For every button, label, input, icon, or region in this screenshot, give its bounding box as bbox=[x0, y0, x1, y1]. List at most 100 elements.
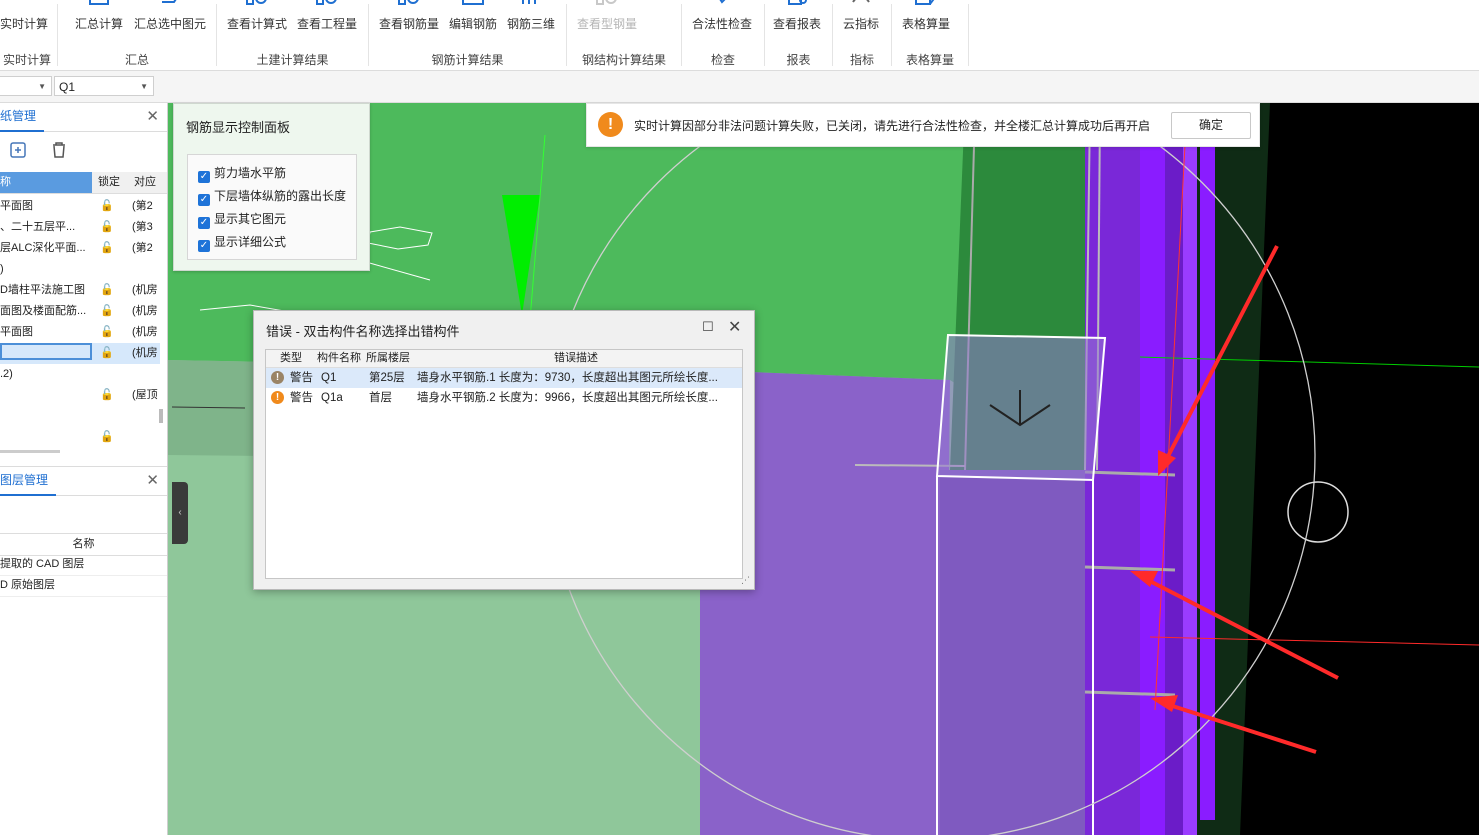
drawing-row-name[interactable] bbox=[0, 343, 92, 360]
drawing-row[interactable]: .2) bbox=[0, 364, 160, 385]
scrollbar-thumb[interactable] bbox=[159, 409, 163, 423]
layer-panel-tab[interactable]: 图层管理 bbox=[0, 467, 57, 496]
view-steel-qty-label: 查看型钢量 bbox=[576, 17, 637, 31]
drawing-row[interactable]: D墙柱平法施工图 🔓 (机房 bbox=[0, 280, 160, 301]
drawing-table-header: 称 锁定 对应 bbox=[0, 172, 167, 194]
drawing-row-floor: (机房 bbox=[132, 305, 158, 317]
drawing-row[interactable]: 层ALC深化平面... 🔓 (第2 bbox=[0, 238, 160, 259]
drawing-row[interactable]: 🔓 bbox=[0, 427, 160, 448]
view-rebar-qty-button[interactable]: 查看钢筋量 bbox=[376, 0, 442, 40]
lock-icon[interactable]: 🔓 bbox=[100, 343, 120, 364]
validity-check-button[interactable]: 合法性检查 bbox=[688, 0, 756, 40]
lock-icon[interactable]: 🔓 bbox=[100, 301, 120, 322]
delete-icon[interactable] bbox=[48, 140, 70, 160]
checkbox-checked-icon[interactable]: ✓ bbox=[198, 240, 210, 252]
view-quantity-button[interactable]: 查看工程量 bbox=[294, 0, 360, 40]
lock-icon[interactable]: 🔓 bbox=[100, 322, 120, 343]
rebar-panel-title: 钢筋显示控制面板 bbox=[186, 120, 291, 135]
summary-selected-icon bbox=[162, 0, 177, 3]
summary-selected-button[interactable]: 汇总选中图元 bbox=[130, 0, 210, 40]
confirm-button[interactable]: 确定 bbox=[1171, 112, 1251, 139]
drawing-row[interactable]: 🔓 (屋顶 bbox=[0, 385, 160, 406]
lock-icon[interactable]: 🔓 bbox=[100, 280, 120, 301]
drawing-row-floor: (机房 bbox=[132, 347, 158, 359]
collapse-panel-handle[interactable]: ‹ bbox=[172, 482, 188, 544]
view-rebar-qty-label: 查看钢筋量 bbox=[378, 17, 439, 31]
rebar-display-panel: 钢筋显示控制面板 ✓ 剪力墙水平筋 ✓ 下层墙体纵筋的露出长度 ✓ 显示其它图元 ✓ 显… bbox=[173, 103, 370, 271]
drawing-panel-tab[interactable]: 纸管理 bbox=[0, 103, 45, 132]
checkbox-checked-icon[interactable]: ✓ bbox=[198, 217, 210, 229]
error-component[interactable]: Q1 bbox=[321, 368, 361, 388]
option-show-formula[interactable]: ✓ 显示详细公式 bbox=[198, 232, 286, 252]
error-list: 类型 构件名称 所属楼层 错误描述 ! 警告 Q1 第25层 墙身水平钢筋.1 … bbox=[265, 349, 743, 579]
maximize-icon[interactable]: ☐ bbox=[702, 319, 714, 335]
cloud-index-icon bbox=[852, 0, 870, 3]
group-table: 表格算量 bbox=[905, 53, 954, 67]
view-report-label: 查看报表 bbox=[772, 17, 821, 31]
option-lower-wall-exposed[interactable]: ✓ 下层墙体纵筋的露出长度 bbox=[198, 186, 346, 206]
col-name-header: 称 bbox=[0, 176, 11, 188]
drawing-row[interactable]: 平面图 🔓 (机房 bbox=[0, 322, 160, 343]
chevron-down-icon: ▼ bbox=[38, 82, 46, 91]
drawing-row[interactable] bbox=[0, 406, 160, 427]
summary-calc-button[interactable]: 汇总计算 bbox=[72, 0, 126, 40]
lock-icon[interactable]: 🔓 bbox=[100, 385, 120, 406]
view-formula-button[interactable]: 查看计算式 bbox=[224, 0, 290, 40]
drawing-row[interactable]: 平面图 🔓 (第2 bbox=[0, 196, 160, 217]
lock-icon[interactable]: 🔓 bbox=[100, 427, 120, 448]
table-quantity-button[interactable]: 表格算量 bbox=[898, 0, 954, 40]
ribbon-toolbar: 实时计算 汇总计算 汇总选中图元 查看计算式 查看工程量 查看钢筋量 编辑钢筋 … bbox=[0, 0, 1479, 71]
drawing-row-selected[interactable]: 🔓 (机房 bbox=[0, 343, 160, 364]
error-desc: 墙身水平钢筋.1 长度为：9730，长度超出其图元所绘长度... bbox=[417, 372, 718, 384]
view-report-button[interactable]: 查看报表 bbox=[770, 0, 824, 40]
notice-banner: ! 实时计算因部分非法问题计算失败，已关闭，请先进行合法性检查，并全楼汇总计算成… bbox=[586, 103, 1260, 147]
horizontal-scrollbar[interactable] bbox=[0, 450, 60, 453]
option-show-other[interactable]: ✓ 显示其它图元 bbox=[198, 209, 286, 229]
table-quantity-label: 表格算量 bbox=[901, 17, 950, 31]
edit-rebar-button[interactable]: 编辑钢筋 bbox=[446, 0, 500, 40]
realtime-calc-button[interactable]: 实时计算 bbox=[0, 0, 48, 40]
lock-icon[interactable]: 🔓 bbox=[100, 217, 120, 238]
option-shear-wall-horizontal[interactable]: ✓ 剪力墙水平筋 bbox=[198, 163, 286, 183]
col-type-header: 类型 bbox=[280, 352, 302, 364]
close-icon[interactable]: ✕ bbox=[146, 107, 159, 125]
group-civil-results: 土建计算结果 bbox=[256, 53, 329, 67]
drawing-row[interactable]: 面图及楼面配筋... 🔓 (机房 bbox=[0, 301, 160, 322]
layer-row[interactable]: 提取的 CAD 图层 bbox=[0, 554, 167, 576]
floor-combo[interactable]: ▼ bbox=[0, 76, 52, 96]
lock-icon[interactable]: 🔓 bbox=[100, 196, 120, 217]
drawing-row-name: 层ALC深化平面... bbox=[0, 242, 86, 254]
layer-row-name: D 原始图层 bbox=[0, 579, 55, 591]
error-row[interactable]: ! 警告 Q1 第25层 墙身水平钢筋.1 长度为：9730，长度超出其图元所绘… bbox=[266, 368, 742, 388]
close-icon[interactable]: ✕ bbox=[728, 317, 741, 337]
validity-check-label: 合法性检查 bbox=[691, 17, 752, 31]
warning-icon: ! bbox=[598, 112, 623, 137]
view-steel-qty-button[interactable]: 查看型钢量 bbox=[572, 0, 642, 40]
group-report: 报表 bbox=[786, 53, 811, 67]
drawing-row-name: D墙柱平法施工图 bbox=[0, 284, 85, 296]
lock-icon[interactable]: 🔓 bbox=[100, 238, 120, 259]
error-component[interactable]: Q1a bbox=[321, 388, 361, 408]
cloud-index-label: 云指标 bbox=[842, 17, 879, 31]
checkbox-checked-icon[interactable]: ✓ bbox=[198, 194, 210, 206]
col-floor-header: 对应 bbox=[128, 172, 167, 193]
rebar-3d-button[interactable]: 钢筋三维 bbox=[504, 0, 558, 40]
validity-check-icon bbox=[719, 0, 726, 4]
component-combo[interactable]: Q1 ▼ bbox=[54, 76, 154, 96]
view-quantity-icon bbox=[316, 0, 337, 5]
error-row[interactable]: ! 警告 Q1a 首层 墙身水平钢筋.2 长度为：9966，长度超出其图元所绘长… bbox=[266, 388, 742, 408]
drawing-row[interactable]: ) bbox=[0, 259, 160, 280]
import-drawing-icon[interactable] bbox=[8, 140, 30, 160]
cloud-index-button[interactable]: 云指标 bbox=[838, 0, 884, 40]
checkbox-checked-icon[interactable]: ✓ bbox=[198, 171, 210, 183]
drawing-row[interactable]: 、二十五层平... 🔓 (第3 bbox=[0, 217, 160, 238]
view-formula-label: 查看计算式 bbox=[226, 17, 287, 31]
resize-grip-icon[interactable]: ⋰ bbox=[741, 575, 750, 586]
option-label: 显示其它图元 bbox=[214, 212, 287, 226]
drawing-row-floor: (第2 bbox=[132, 242, 153, 254]
error-type: 警告 bbox=[290, 372, 313, 384]
rebar-3d-icon bbox=[521, 0, 539, 4]
edit-rebar-label: 编辑钢筋 bbox=[448, 17, 497, 31]
layer-row[interactable]: D 原始图层 bbox=[0, 575, 167, 597]
close-icon[interactable]: ✕ bbox=[146, 471, 159, 489]
